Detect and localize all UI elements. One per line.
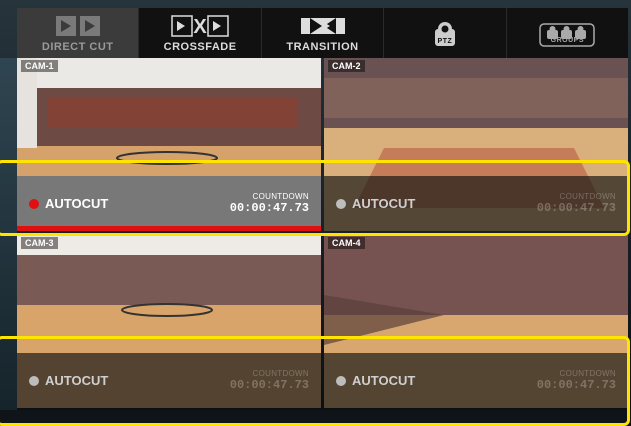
tab-crossfade[interactable]: X CROSSFADE bbox=[139, 8, 262, 58]
tab-label: TRANSITION bbox=[286, 41, 359, 53]
camera-status-bar: AUTOCUT COUNTDOWN 00:00:47.73 bbox=[324, 353, 628, 408]
direct-cut-icon bbox=[55, 13, 101, 39]
countdown-label: COUNTDOWN bbox=[559, 369, 616, 378]
tab-ptz[interactable]: PTZ bbox=[384, 8, 507, 58]
countdown-label: COUNTDOWN bbox=[252, 369, 309, 378]
live-indicator-bar bbox=[17, 226, 321, 231]
countdown-value: 00:00:47.73 bbox=[229, 378, 309, 392]
crossfade-icon: X bbox=[171, 13, 229, 39]
countdown: COUNTDOWN 00:00:47.73 bbox=[230, 192, 309, 215]
groups-icon bbox=[539, 22, 596, 48]
svg-text:X: X bbox=[193, 16, 207, 37]
countdown-label: COUNTDOWN bbox=[252, 192, 309, 201]
left-edge bbox=[0, 58, 17, 410]
camera-tile-2[interactable]: CAM-2 AUTOCUT COUNTDOWN 00:00:47.73 bbox=[324, 58, 628, 231]
transition-icon bbox=[300, 13, 346, 39]
tab-label: CROSSFADE bbox=[163, 41, 237, 53]
camera-label: CAM-3 bbox=[21, 237, 58, 249]
tab-label: DIRECT CUT bbox=[41, 41, 114, 53]
tab-label: GROUPS bbox=[550, 37, 584, 44]
camera-tile-4[interactable]: CAM-4 AUTOCUT COUNTDOWN 00:00:47.73 bbox=[324, 235, 628, 408]
idle-dot-icon bbox=[336, 375, 346, 386]
countdown-value: 00:00:47.73 bbox=[536, 201, 616, 215]
camera-status-bar: AUTOCUT COUNTDOWN 00:00:47.73 bbox=[324, 176, 628, 231]
tab-label: PTZ bbox=[437, 38, 453, 45]
live-dot-icon bbox=[29, 198, 39, 209]
autocut-toggle[interactable]: AUTOCUT bbox=[352, 373, 415, 388]
countdown: COUNTDOWN 00:00:47.73 bbox=[537, 369, 616, 392]
countdown: COUNTDOWN 00:00:47.73 bbox=[537, 192, 616, 215]
autocut-toggle[interactable]: AUTOCUT bbox=[45, 196, 108, 211]
countdown-value: 00:00:47.73 bbox=[229, 201, 309, 215]
camera-label: CAM-2 bbox=[328, 60, 365, 72]
autocut-toggle[interactable]: AUTOCUT bbox=[45, 373, 108, 388]
tab-transition[interactable]: TRANSITION bbox=[262, 8, 385, 58]
camera-label: CAM-4 bbox=[328, 237, 365, 249]
countdown-label: COUNTDOWN bbox=[559, 192, 616, 201]
autocut-toggle[interactable]: AUTOCUT bbox=[352, 196, 415, 211]
camera-tile-3[interactable]: CAM-3 AUTOCUT COUNTDOWN 00:00:47.73 bbox=[17, 235, 321, 408]
switcher-toolbar: DIRECT CUT X CROSSFADE TRANSITION PTZ GR… bbox=[17, 8, 628, 58]
idle-dot-icon bbox=[336, 198, 346, 209]
countdown-value: 00:00:47.73 bbox=[536, 378, 616, 392]
camera-status-bar: AUTOCUT COUNTDOWN 00:00:47.73 bbox=[17, 353, 321, 408]
tab-groups[interactable]: GROUPS bbox=[507, 8, 628, 58]
tab-direct-cut[interactable]: DIRECT CUT bbox=[17, 8, 140, 58]
camera-label: CAM-1 bbox=[21, 60, 58, 72]
countdown: COUNTDOWN 00:00:47.73 bbox=[230, 369, 309, 392]
idle-dot-icon bbox=[29, 375, 39, 386]
camera-status-bar: AUTOCUT COUNTDOWN 00:00:47.73 bbox=[17, 176, 321, 231]
camera-tile-1[interactable]: CAM-1 AUTOCUT COUNTDOWN 00:00:47.73 bbox=[17, 58, 321, 231]
